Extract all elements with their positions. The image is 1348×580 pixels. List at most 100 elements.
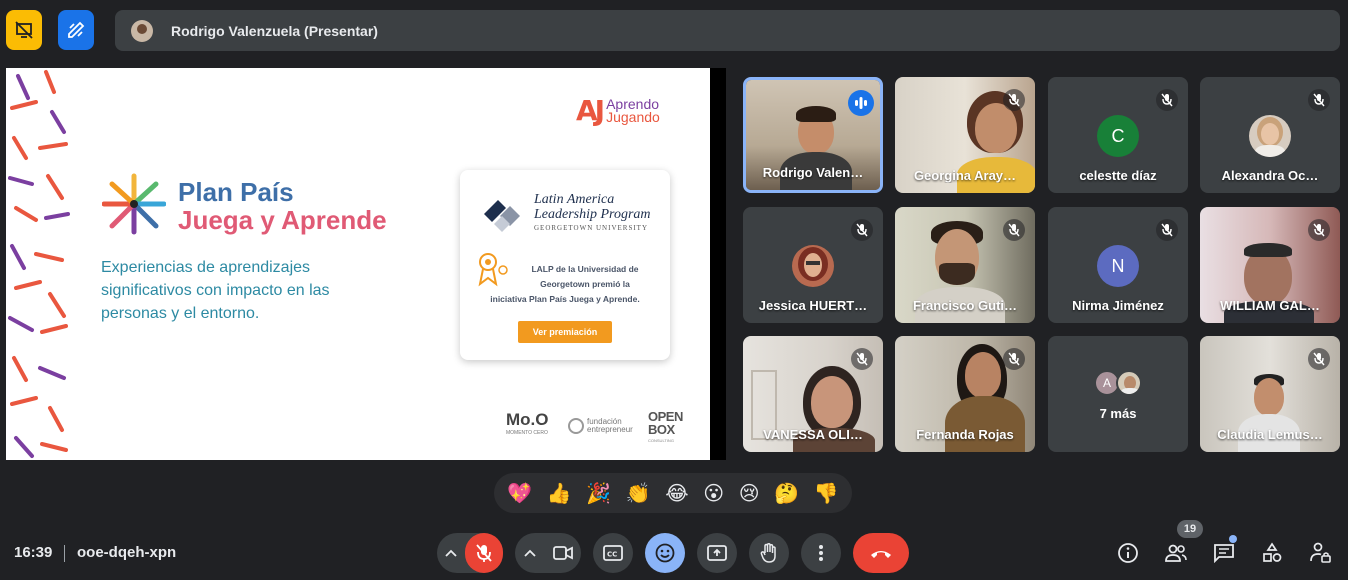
more-options-button[interactable] xyxy=(801,533,841,573)
participant-tile[interactable]: VANESSA OLI… xyxy=(743,336,883,452)
participant-tile[interactable]: Jessica HUERT… xyxy=(743,207,883,323)
mic-off-icon xyxy=(1308,219,1330,241)
present-screen-icon xyxy=(707,545,727,561)
meet-window: Rodrigo Valenzuela (Presentar) AJ Aprend… xyxy=(0,0,1348,580)
people-button[interactable] xyxy=(1163,541,1189,565)
meeting-code[interactable]: ooe-dqeh-xpn xyxy=(77,544,176,561)
participant-head xyxy=(811,376,853,428)
reaction-thumbs-down[interactable]: 👎 xyxy=(814,483,839,503)
participant-tile[interactable]: Alexandra Oc… xyxy=(1200,77,1340,193)
reaction-party-popper[interactable]: 🎉 xyxy=(586,483,611,503)
slide-subtitle-line: significativos con impacto en las xyxy=(101,282,330,299)
lock-person-icon xyxy=(1310,542,1331,563)
award-line: Georgetown premió la xyxy=(540,279,630,289)
participant-tile[interactable]: Fernanda Rojas xyxy=(895,336,1035,452)
slide-title: Plan País Juega y Aprende xyxy=(178,178,387,234)
participant-tile[interactable]: N Nirma Jiménez xyxy=(1048,207,1188,323)
presenter-bar[interactable]: Rodrigo Valenzuela (Presentar) xyxy=(115,10,1340,51)
participant-tile[interactable]: Claudia Lemus… xyxy=(1200,336,1340,452)
reaction-sparkling-heart[interactable]: 💖 xyxy=(507,483,532,503)
raise-hand-button[interactable] xyxy=(749,533,789,573)
slide-title-line2: Juega y Aprende xyxy=(178,205,387,235)
slide-title-line1: Plan País xyxy=(178,177,294,207)
momento-cero-sub: MOMENTO CERO xyxy=(506,430,548,436)
participant-hair xyxy=(1244,243,1292,257)
people-icon xyxy=(1165,544,1187,562)
participant-photo-avatar xyxy=(792,245,834,287)
reaction-laughing[interactable]: 😂 xyxy=(665,483,688,503)
mic-toggle-button[interactable] xyxy=(465,533,503,573)
participant-head xyxy=(1254,378,1284,416)
presentation-slide: AJ Aprendo Jugando Plan País Juega y Apr… xyxy=(6,68,726,460)
mic-off-icon xyxy=(1308,89,1330,111)
reactions-button[interactable] xyxy=(645,533,685,573)
participant-name: VANESSA OLI… xyxy=(763,427,863,442)
speaking-indicator-icon xyxy=(848,90,874,116)
chevron-up-icon xyxy=(445,549,457,557)
more-participants-avatars: A xyxy=(1094,370,1142,396)
reaction-clapping[interactable]: 👏 xyxy=(626,483,651,503)
present-off-icon xyxy=(15,21,33,39)
aj-mark: AJ xyxy=(576,94,605,127)
mic-off-icon xyxy=(1308,348,1330,370)
lalp-logo-icon xyxy=(484,200,520,232)
ver-premiacion-button[interactable]: Ver premiación xyxy=(518,321,612,343)
reactions-bar: 💖 👍 🎉 👏 😂 😮 😢 🤔 👎 xyxy=(494,473,852,513)
host-controls-button[interactable] xyxy=(1307,541,1333,565)
participant-photo-avatar xyxy=(1116,370,1142,396)
participant-tile[interactable]: WILLIAM GAL… xyxy=(1200,207,1340,323)
more-participants-tile[interactable]: A 7 más xyxy=(1048,336,1188,452)
info-icon xyxy=(1118,543,1138,563)
mic-off-icon xyxy=(1003,348,1025,370)
participant-letter-avatar: N xyxy=(1097,245,1139,287)
svg-text:CC: CC xyxy=(607,551,617,559)
whiteboard-button[interactable] xyxy=(58,10,94,50)
plan-pais-star-logo xyxy=(102,173,166,235)
mic-options-button[interactable] xyxy=(437,549,465,557)
slide-subtitle-line: Experiencias de aprendizajes xyxy=(101,259,311,276)
award-card: Latin America Leadership Program GEORGET… xyxy=(460,170,670,360)
chevron-up-icon xyxy=(524,549,536,557)
mic-off-icon xyxy=(476,544,492,562)
present-off-button[interactable] xyxy=(6,10,42,50)
activities-shapes-icon xyxy=(1263,542,1282,562)
hang-up-icon xyxy=(871,551,891,558)
participant-beard xyxy=(939,263,975,285)
slide-letterbox xyxy=(710,68,726,460)
footer-divider xyxy=(64,545,65,562)
participant-tile[interactable]: Rodrigo Valen… xyxy=(743,77,883,193)
camera-control-group xyxy=(515,533,581,573)
reaction-surprised[interactable]: 😮 xyxy=(703,483,724,503)
presenter-avatar xyxy=(131,19,153,42)
reaction-thinking[interactable]: 🤔 xyxy=(774,483,799,503)
present-now-button[interactable] xyxy=(697,533,737,573)
participant-letter-avatar: C xyxy=(1097,115,1139,157)
leave-call-button[interactable] xyxy=(853,533,909,573)
participant-name: Francisco Guti… xyxy=(912,298,1018,313)
reaction-crying[interactable]: 😢 xyxy=(739,483,760,503)
participant-head xyxy=(965,352,1001,398)
reaction-thumbs-up[interactable]: 👍 xyxy=(547,483,572,503)
participant-name: WILLIAM GAL… xyxy=(1220,298,1320,313)
mic-off-icon xyxy=(851,219,873,241)
meeting-details-button[interactable] xyxy=(1115,541,1141,565)
activities-button[interactable] xyxy=(1259,541,1285,565)
participant-tile[interactable]: Georgina Aray… xyxy=(895,77,1035,193)
participant-name: celestte díaz xyxy=(1079,168,1157,183)
participant-tile[interactable]: C celestte díaz xyxy=(1048,77,1188,193)
chat-button[interactable] xyxy=(1211,541,1237,565)
participant-tile[interactable]: Francisco Guti… xyxy=(895,207,1035,323)
award-description: LALP de la Universidad de Georgetown pre… xyxy=(472,262,658,292)
momento-cero-logo: Mo.O xyxy=(506,410,549,429)
lalp-title-line: Leadership Program xyxy=(534,207,651,222)
participant-hair xyxy=(796,106,836,122)
captions-button[interactable]: CC xyxy=(593,533,633,573)
openbox-sub: CONSULTING xyxy=(648,438,674,443)
participant-count-badge: 19 xyxy=(1177,520,1203,538)
openbox-logo: OPEN BOX xyxy=(648,410,683,436)
camera-options-button[interactable] xyxy=(515,549,545,557)
camera-toggle-button[interactable] xyxy=(545,533,581,573)
slide-subtitle: Experiencias de aprendizajes significati… xyxy=(101,256,371,325)
aj-line2: Jugando xyxy=(606,108,660,125)
participant-name: Fernanda Rojas xyxy=(916,427,1014,442)
